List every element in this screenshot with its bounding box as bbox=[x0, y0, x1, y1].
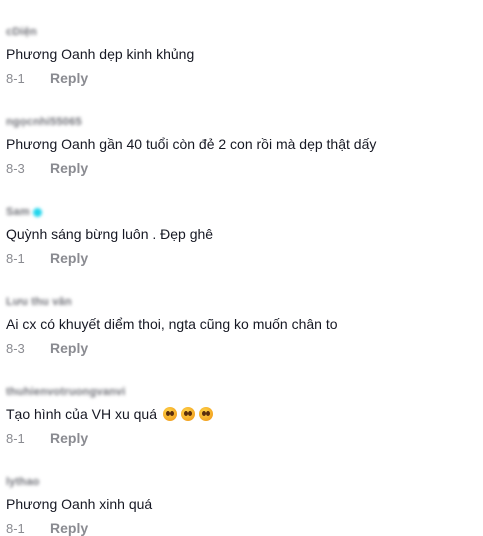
comment-date: 8-1 bbox=[6, 430, 25, 446]
comment-username[interactable]: Sam bbox=[6, 206, 476, 218]
comment-meta: 8-1 Reply bbox=[6, 70, 476, 86]
comment-text: Phương Oanh gần 40 tuổi còn đẻ 2 con rồi… bbox=[6, 136, 377, 152]
pleading-face-icon bbox=[199, 407, 213, 421]
comment-date: 8-3 bbox=[6, 160, 25, 176]
reply-button[interactable]: Reply bbox=[50, 70, 88, 86]
comment-item: Sam Quỳnh sáng bừng luôn . Đẹp ghê 8-1 R… bbox=[6, 206, 476, 266]
comment-meta: 8-3 Reply bbox=[6, 160, 476, 176]
comment-text: Phương Oanh dẹp kinh khủng bbox=[6, 46, 195, 62]
pleading-face-icon bbox=[163, 407, 177, 421]
comment-item: ngọcnhi55065 Phương Oanh gần 40 tuổi còn… bbox=[6, 116, 476, 176]
reply-button[interactable]: Reply bbox=[50, 340, 88, 356]
comment-meta: 8-1 Reply bbox=[6, 430, 476, 446]
comment-username[interactable]: lythao bbox=[6, 476, 476, 488]
comment-date: 8-3 bbox=[6, 340, 25, 356]
reply-button[interactable]: Reply bbox=[50, 160, 88, 176]
comment-text: Quỳnh sáng bừng luôn . Đẹp ghê bbox=[6, 226, 214, 242]
comment-date: 8-1 bbox=[6, 70, 25, 86]
reply-button[interactable]: Reply bbox=[50, 250, 88, 266]
comment-username[interactable]: thuhienvotruongvanvi bbox=[6, 386, 476, 398]
comment-username[interactable]: Lưu thu vân bbox=[6, 296, 476, 308]
verified-badge-icon bbox=[32, 207, 42, 217]
comment-meta: 8-3 Reply bbox=[6, 340, 476, 356]
pleading-face-icon bbox=[181, 407, 195, 421]
comment-item: thuhienvotruongvanvi Tạo hình của VH xu … bbox=[6, 386, 476, 446]
comment-username[interactable]: ngọcnhi55065 bbox=[6, 116, 476, 128]
comment-item: Lưu thu vân Ai cx có khuyết diểm thoi, n… bbox=[6, 296, 476, 356]
comment-text-body: Tạo hình của VH xu quá bbox=[6, 406, 157, 422]
comment-item: lythao Phương Oanh xinh quá 8-1 Reply bbox=[6, 476, 476, 536]
comment-meta: 8-1 Reply bbox=[6, 250, 476, 266]
comment-date: 8-1 bbox=[6, 520, 25, 536]
comment-text: Ai cx có khuyết diểm thoi, ngta cũng ko … bbox=[6, 316, 338, 332]
comment-date: 8-1 bbox=[6, 250, 25, 266]
comment-item: cDiện Phương Oanh dẹp kinh khủng 8-1 Rep… bbox=[6, 26, 476, 86]
comment-text: Tạo hình của VH xu quá bbox=[6, 405, 476, 423]
comment-username-text: Sam bbox=[6, 206, 30, 218]
comment-username[interactable]: cDiện bbox=[6, 26, 476, 38]
comment-text: Phương Oanh xinh quá bbox=[6, 496, 153, 512]
reply-button[interactable]: Reply bbox=[50, 430, 88, 446]
comment-list: cDiện Phương Oanh dẹp kinh khủng 8-1 Rep… bbox=[0, 0, 483, 536]
